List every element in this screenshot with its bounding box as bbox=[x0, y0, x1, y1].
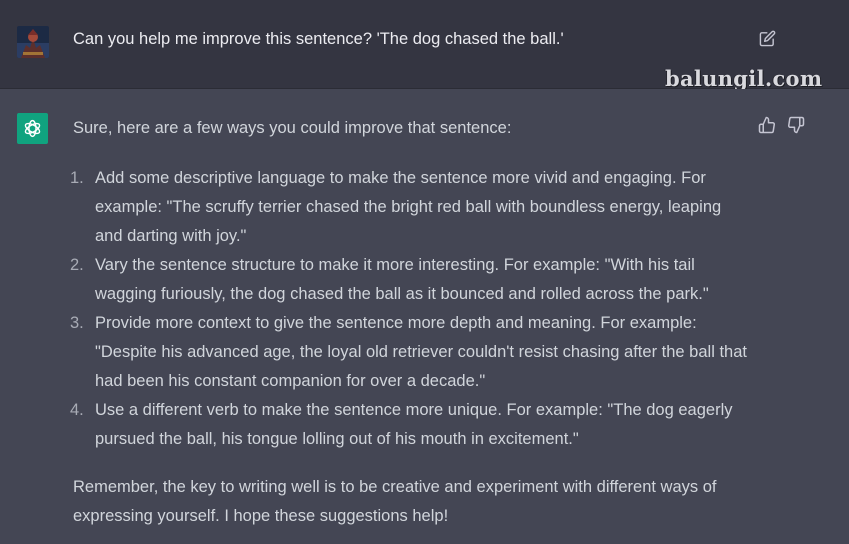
list-item-text: Provide more context to give the sentenc… bbox=[95, 314, 747, 390]
list-number: 1. bbox=[70, 169, 84, 187]
list-item-text: Add some descriptive language to make th… bbox=[95, 169, 722, 245]
list-item: 1. Add some descriptive language to make… bbox=[70, 164, 753, 251]
list-item: 4. Use a different verb to make the sent… bbox=[70, 396, 753, 454]
user-avatar bbox=[17, 26, 49, 58]
assistant-avatar bbox=[17, 113, 48, 144]
list-item-text: Use a different verb to make the sentenc… bbox=[95, 401, 733, 448]
list-number: 2. bbox=[70, 256, 84, 274]
list-number: 4. bbox=[70, 401, 84, 419]
list-item: 3. Provide more context to give the sent… bbox=[70, 309, 753, 396]
assistant-intro: Sure, here are a few ways you could impr… bbox=[73, 119, 512, 137]
watermark: balungil.com bbox=[665, 66, 823, 91]
list-item: 2. Vary the sentence structure to make i… bbox=[70, 251, 753, 309]
user-message-text: Can you help me improve this sentence? '… bbox=[73, 30, 564, 48]
thumbs-down-icon[interactable] bbox=[787, 116, 805, 134]
chat-page: Can you help me improve this sentence? '… bbox=[0, 0, 849, 544]
assistant-message-row: Sure, here are a few ways you could impr… bbox=[0, 89, 849, 544]
list-number: 3. bbox=[70, 314, 84, 332]
suggestion-list: 1. Add some descriptive language to make… bbox=[70, 164, 753, 454]
assistant-outro: Remember, the key to writing well is to … bbox=[73, 478, 717, 525]
thumbs-up-icon[interactable] bbox=[758, 116, 776, 134]
edit-icon[interactable] bbox=[759, 30, 776, 47]
list-item-text: Vary the sentence structure to make it m… bbox=[95, 256, 709, 303]
